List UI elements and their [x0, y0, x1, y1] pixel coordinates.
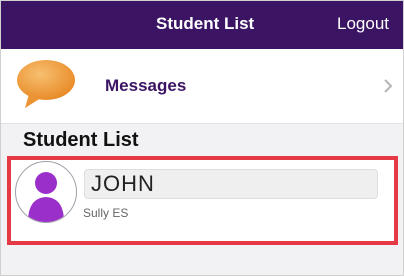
chat-bubble-icon — [17, 60, 75, 108]
app-screen: Student List Logout Messages Student Lis… — [0, 0, 404, 276]
messages-row[interactable]: Messages — [1, 49, 403, 124]
student-name: JOHN — [91, 171, 155, 196]
messages-label: Messages — [105, 76, 187, 95]
logout-button[interactable]: Logout — [337, 14, 389, 34]
page-title: Student List — [156, 14, 255, 33]
top-nav-bar: Student List Logout — [1, 1, 403, 49]
chevron-right-icon — [384, 79, 393, 93]
student-school: Sully ES — [83, 206, 129, 220]
student-list-heading: Student List — [23, 129, 139, 151]
person-avatar-icon — [15, 161, 77, 223]
